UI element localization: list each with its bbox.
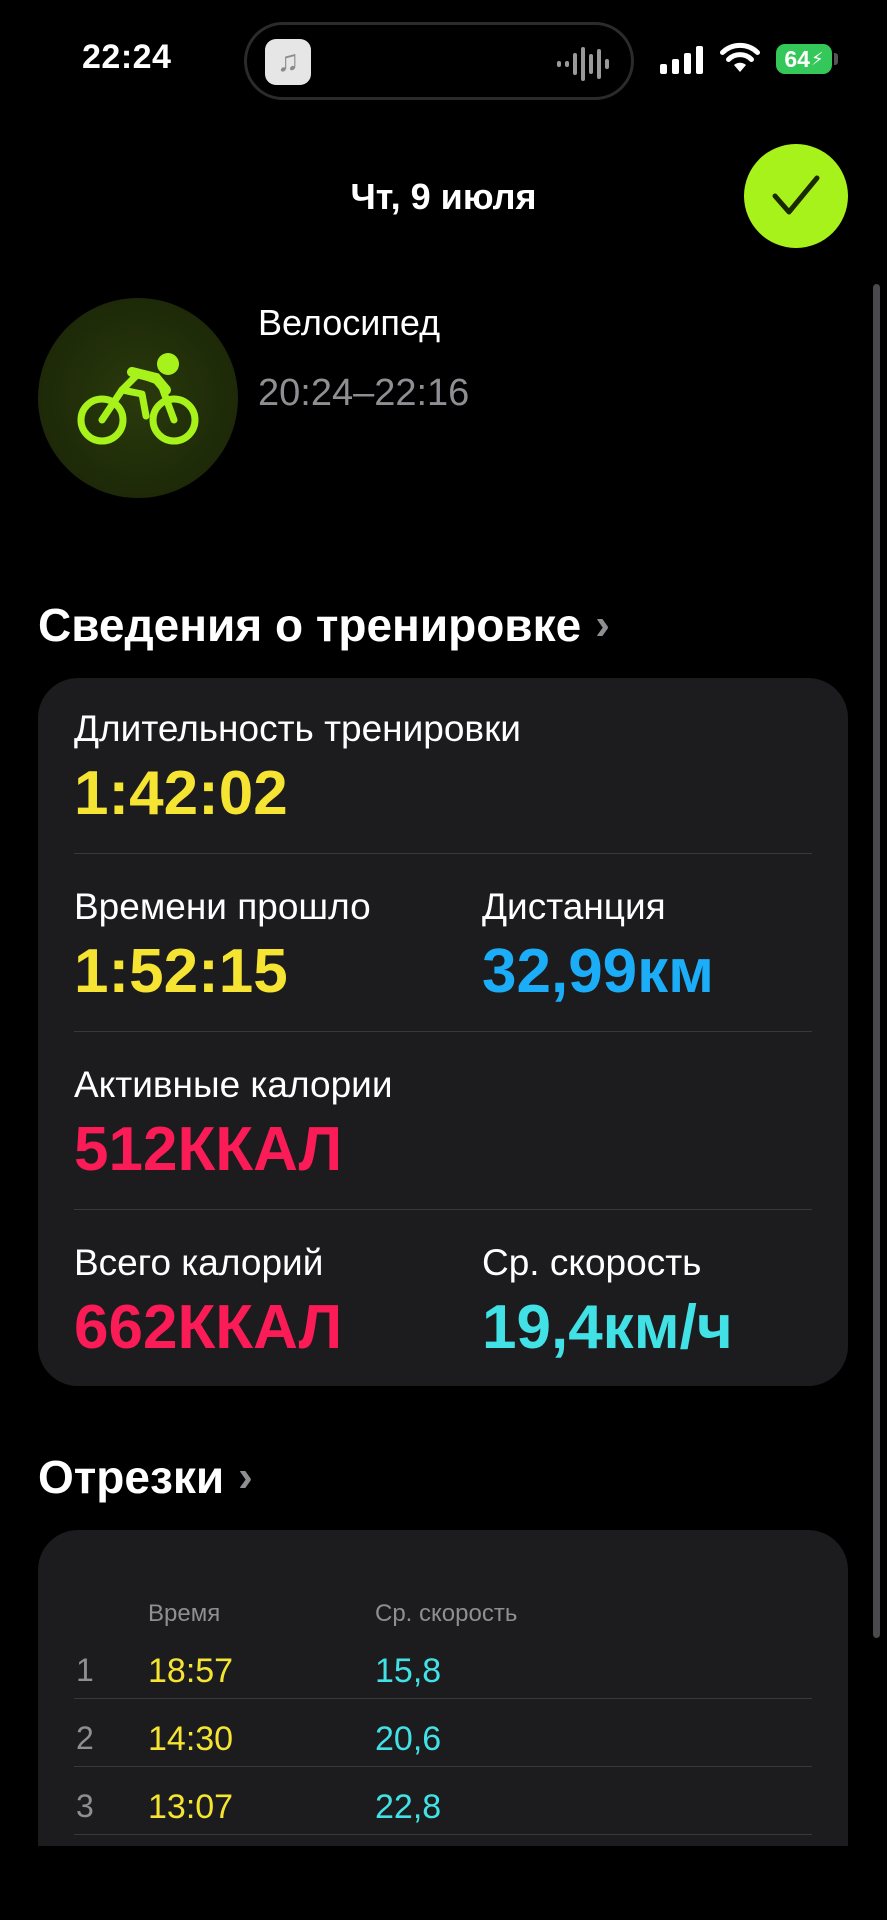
split-index: 3	[76, 1788, 94, 1824]
dynamic-island[interactable]: ♫	[244, 22, 634, 100]
workout-details-card[interactable]: Длительность тренировки 1:42:02 Времени …	[38, 678, 848, 1386]
checkmark-icon	[772, 175, 820, 215]
done-button[interactable]	[744, 144, 848, 248]
wifi-icon	[720, 42, 760, 72]
total-calories-label: Всего калорий	[74, 1242, 324, 1283]
workout-details-header[interactable]: Сведения о тренировке ›	[38, 598, 610, 652]
battery-level: 64	[784, 45, 810, 72]
split-speed: 20,6	[375, 1720, 442, 1758]
split-index: 2	[76, 1720, 94, 1756]
total-calories-value: 662ККАЛ	[74, 1293, 343, 1362]
chevron-right-icon: ›	[238, 1452, 253, 1501]
chevron-right-icon: ›	[595, 600, 610, 649]
music-note-icon: ♫	[265, 39, 311, 85]
split-time: 14:30	[148, 1720, 234, 1758]
avg-speed-label: Ср. скорость	[482, 1242, 702, 1283]
section-title: Сведения о тренировке	[38, 599, 582, 651]
battery-cap	[834, 53, 838, 65]
bottom-fade	[0, 1846, 887, 1920]
charging-bolt-icon: ⚡	[810, 48, 824, 69]
active-calories-label: Активные калории	[74, 1064, 393, 1105]
active-calories-value: 512ККАЛ	[74, 1115, 343, 1184]
divider	[74, 853, 812, 854]
section-title: Отрезки	[38, 1451, 225, 1503]
table-row[interactable]: 1 18:57 15,8	[38, 1640, 848, 1706]
divider	[74, 1766, 812, 1767]
workout-type: Велосипед	[258, 302, 441, 343]
split-time: 18:57	[148, 1652, 234, 1690]
workout-time-range: 20:24–22:16	[258, 372, 470, 414]
column-header-avg-speed: Ср. скорость	[375, 1600, 518, 1627]
distance-label: Дистанция	[482, 886, 666, 927]
split-speed: 22,8	[375, 1788, 442, 1826]
status-time: 22:24	[82, 38, 172, 76]
scrollbar[interactable]	[873, 284, 880, 1638]
audio-waveform-icon	[557, 45, 609, 83]
split-index: 1	[76, 1652, 94, 1688]
table-row[interactable]: 2 14:30 20,6	[38, 1708, 848, 1774]
splits-header[interactable]: Отрезки ›	[38, 1450, 253, 1504]
duration-value: 1:42:02	[74, 759, 288, 828]
divider	[74, 1031, 812, 1032]
table-row[interactable]: 3 13:07 22,8	[38, 1776, 848, 1842]
bicycle-icon	[77, 353, 199, 445]
cellular-signal-icon	[660, 46, 703, 74]
distance-value: 32,99км	[482, 937, 715, 1006]
workout-icon-badge	[38, 298, 238, 498]
elapsed-label: Времени прошло	[74, 886, 371, 927]
split-speed: 15,8	[375, 1652, 442, 1690]
column-header-time: Время	[148, 1600, 221, 1627]
divider	[74, 1834, 812, 1835]
split-time: 13:07	[148, 1788, 234, 1826]
divider	[74, 1209, 812, 1210]
divider	[74, 1698, 812, 1699]
duration-label: Длительность тренировки	[74, 708, 521, 749]
avg-speed-value: 19,4км/ч	[482, 1293, 733, 1362]
elapsed-value: 1:52:15	[74, 937, 288, 1006]
battery-indicator: 64 ⚡	[776, 44, 832, 74]
